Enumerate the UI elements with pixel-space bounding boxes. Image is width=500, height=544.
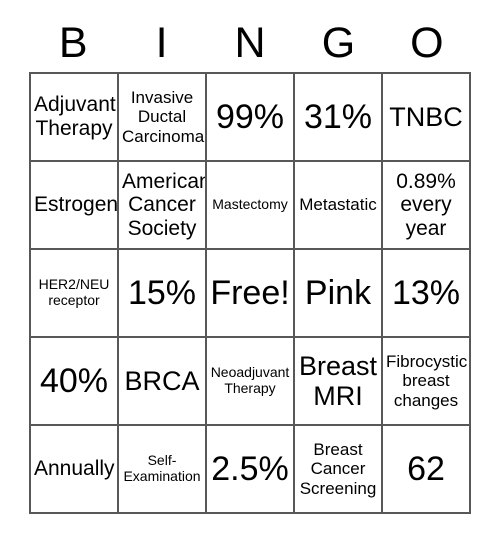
bingo-row: 40% BRCA Neoadjuvant Therapy Breast MRI …	[31, 338, 471, 426]
bingo-cell-label: Annually	[34, 457, 115, 481]
bingo-header-letter-g: G	[321, 18, 356, 67]
bingo-cell-i1[interactable]: Invasive Ductal Carcinoma.	[119, 74, 207, 162]
bingo-cell-g4[interactable]: Breast MRI	[295, 338, 383, 426]
bingo-cell-i2[interactable]: American Cancer Society	[119, 162, 207, 250]
bingo-cell-o5[interactable]: 62	[383, 426, 471, 514]
bingo-cell-label: TNBC	[389, 101, 463, 132]
bingo-row: HER2/NEU receptor 15% Free! Pink 13%	[31, 250, 471, 338]
bingo-cell-label: Free!	[210, 273, 290, 312]
bingo-cell-label: Estrogen	[34, 193, 119, 217]
bingo-cell-label: HER2/NEU receptor	[38, 276, 110, 308]
bingo-cell-label: 2.5%	[211, 449, 289, 488]
bingo-cell-label: 0.89% every year	[396, 169, 456, 240]
bingo-cell-label: 15%	[127, 273, 197, 312]
bingo-cell-o1[interactable]: TNBC	[383, 74, 471, 162]
bingo-cell-o2[interactable]: 0.89% every year	[383, 162, 471, 250]
bingo-cell-label: Metastatic	[299, 195, 377, 215]
bingo-cell-o3[interactable]: 13%	[383, 250, 471, 338]
bingo-cell-i3[interactable]: 15%	[119, 250, 207, 338]
bingo-cell-label: 62	[407, 449, 445, 488]
bingo-cell-b5[interactable]: Annually	[31, 426, 119, 514]
bingo-cell-g2[interactable]: Metastatic	[295, 162, 383, 250]
bingo-grid: Adjuvant Therapy Invasive Ductal Carcino…	[29, 72, 471, 514]
bingo-cell-g1[interactable]: 31%	[295, 74, 383, 162]
bingo-cell-label: BRCA	[124, 365, 200, 396]
bingo-cell-label: American Cancer Society	[122, 169, 207, 240]
bingo-cell-label: Breast MRI	[298, 350, 378, 411]
bingo-cell-b2[interactable]: Estrogen	[31, 162, 119, 250]
bingo-cell-label: 31%	[303, 97, 373, 136]
bingo-cell-label: Neoadjuvant Therapy	[210, 364, 290, 396]
bingo-cell-i4[interactable]: BRCA	[119, 338, 207, 426]
bingo-cell-label: Invasive Ductal Carcinoma.	[122, 88, 207, 146]
bingo-cell-n5[interactable]: 2.5%	[207, 426, 295, 514]
bingo-row: Annually Self-Examination 2.5% Breast Ca…	[31, 426, 471, 514]
bingo-cell-label: 13%	[391, 273, 461, 312]
bingo-cell-n4[interactable]: Neoadjuvant Therapy	[207, 338, 295, 426]
bingo-cell-label: Self-Examination	[123, 452, 201, 484]
bingo-row: Estrogen American Cancer Society Mastect…	[31, 162, 471, 250]
bingo-cell-b4[interactable]: 40%	[31, 338, 119, 426]
bingo-header-letter-i: I	[155, 18, 168, 67]
bingo-cell-b3[interactable]: HER2/NEU receptor	[31, 250, 119, 338]
bingo-cell-free-space[interactable]: Free!	[207, 250, 295, 338]
bingo-cell-n1[interactable]: 99%	[207, 74, 295, 162]
bingo-card: B I N G O Adjuvant Therapy Invasive Duct…	[29, 14, 471, 514]
bingo-cell-g5[interactable]: Breast Cancer Screening	[295, 426, 383, 514]
bingo-row: Adjuvant Therapy Invasive Ductal Carcino…	[31, 74, 471, 162]
bingo-cell-n2[interactable]: Mastectomy	[207, 162, 295, 250]
bingo-cell-o4[interactable]: Fibrocystic breast changes	[383, 338, 471, 426]
bingo-header-letter-b: B	[58, 18, 88, 67]
bingo-cell-g3[interactable]: Pink	[295, 250, 383, 338]
bingo-cell-b1[interactable]: Adjuvant Therapy	[31, 74, 119, 162]
bingo-header-letter-n: N	[234, 18, 266, 67]
bingo-cell-label: Mastectomy	[212, 196, 288, 213]
bingo-cell-i5[interactable]: Self-Examination	[119, 426, 207, 514]
bingo-cell-label: Pink	[304, 273, 372, 312]
bingo-cell-label: Fibrocystic breast changes	[386, 352, 468, 410]
bingo-header-row: B I N G O	[29, 14, 471, 72]
bingo-cell-label: Breast Cancer Screening	[299, 440, 377, 498]
bingo-cell-label: 99%	[215, 97, 285, 136]
bingo-cell-label: Adjuvant Therapy	[34, 93, 116, 140]
bingo-header-letter-o: O	[410, 18, 444, 67]
bingo-cell-label: 40%	[39, 361, 109, 400]
